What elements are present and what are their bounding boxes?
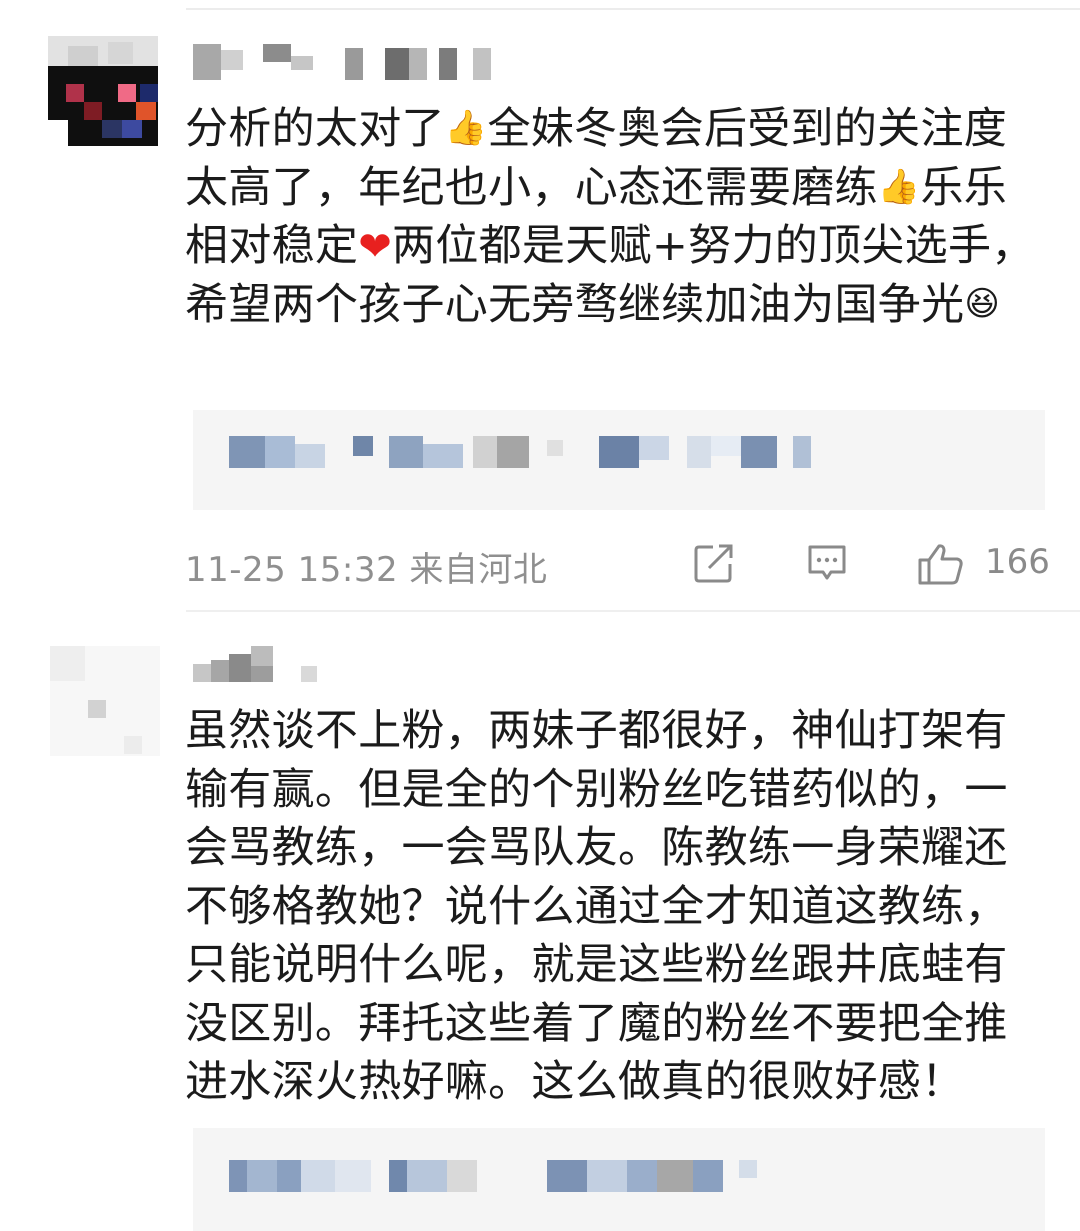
reply-button[interactable] — [805, 542, 849, 584]
user-avatar-pixelated[interactable] — [50, 646, 160, 756]
thumbs-up-emoji-icon: 👍 — [444, 108, 488, 148]
thumbs-up-icon — [918, 544, 963, 585]
comment-timestamp: 11-25 15:32 来自河北 — [185, 550, 548, 590]
comment-text: 虽然谈不上粉，两妹子都很好，神仙打架有输有赢。但是全的个别粉丝吃错药似的，一会骂… — [185, 706, 1008, 1107]
heart-emoji-icon: ❤ — [358, 224, 393, 270]
like-button[interactable] — [917, 542, 965, 586]
laughing-emoji-icon: 😆 — [964, 283, 1001, 324]
username-pixelated[interactable] — [193, 646, 343, 686]
user-avatar-pixelated[interactable] — [48, 36, 158, 146]
share-icon — [694, 544, 733, 583]
reply-preview-pixelated[interactable] — [193, 1128, 1045, 1231]
comment-item: 虽然谈不上粉，两妹子都很好，神仙打架有输有赢。但是全的个别粉丝吃错药似的，一会骂… — [0, 612, 1080, 1231]
reply-preview-pixelated[interactable] — [193, 410, 1045, 510]
comment-text: 分析的太对了👍全妹冬奥会后受到的关注度太高了，年纪也小，心态还需要磨练👍乐乐相对… — [185, 100, 1047, 334]
comment-item: 分析的太对了👍全妹冬奥会后受到的关注度太高了，年纪也小，心态还需要磨练👍乐乐相对… — [0, 0, 1080, 612]
username-pixelated[interactable] — [193, 44, 493, 84]
share-button[interactable] — [693, 542, 737, 584]
thumbs-up-emoji-icon: 👍 — [877, 166, 921, 207]
comment-text-part: 分析的太对了 — [185, 104, 445, 154]
comment-meta-row: 11-25 15:32 来自河北 166 — [185, 538, 1050, 590]
comment-icon — [808, 545, 846, 580]
like-count: 166 — [985, 542, 1050, 582]
